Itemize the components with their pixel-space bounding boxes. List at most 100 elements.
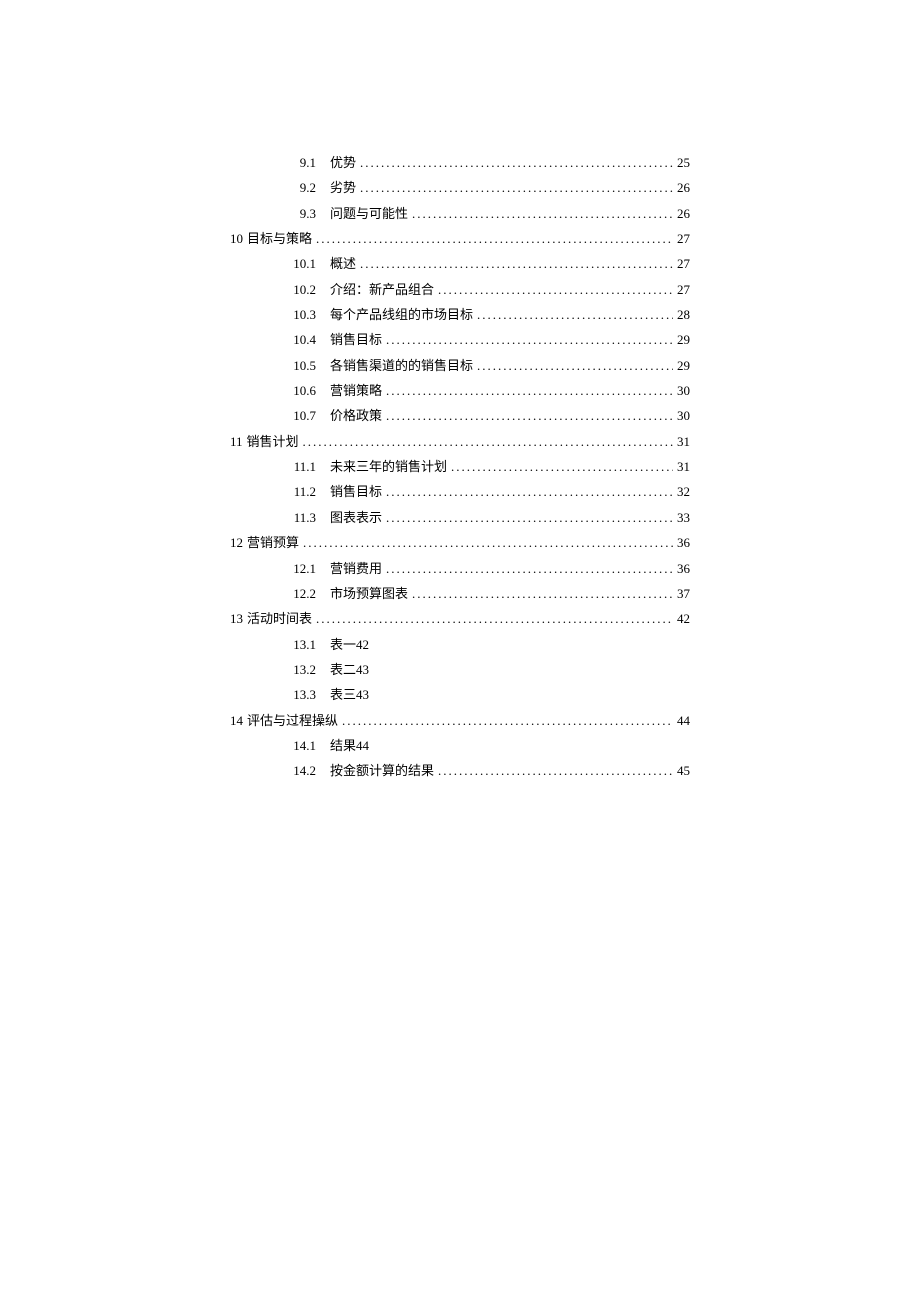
toc-entry-number: 11.2 (292, 479, 330, 504)
toc-entry-page: 44 (356, 733, 369, 758)
toc-leader-dots (438, 758, 673, 783)
toc-entry-title: 销售计划 (247, 429, 299, 454)
toc-entry-title: 营销费用 (330, 556, 382, 581)
toc-entry-title: 市场预算图表 (330, 581, 408, 606)
toc-entry-page: 27 (677, 226, 690, 251)
toc-entry-page: 26 (677, 175, 690, 200)
toc-entry-title: 表一 (330, 632, 356, 657)
toc-entry-page: 42 (677, 606, 690, 631)
toc-entry-page: 37 (677, 581, 690, 606)
toc-entry-title: 价格政策 (330, 403, 382, 428)
toc-entry-page: 32 (677, 479, 690, 504)
toc-entry-page: 30 (677, 403, 690, 428)
toc-entry-page: 26 (677, 201, 690, 226)
toc-entry-number: 12.2 (292, 581, 330, 606)
toc-entry-number: 11.1 (292, 454, 330, 479)
toc-entry-number: 11.3 (292, 505, 330, 530)
toc-entry-page: 29 (677, 327, 690, 352)
toc-entry: 11.1未来三年的销售计划31 (230, 454, 690, 479)
toc-entry-page: 43 (356, 682, 369, 707)
toc-entry: 9.2劣势 26 (230, 175, 690, 200)
toc-entry: 10.5各销售渠道的的销售目标 29 (230, 353, 690, 378)
toc-entry-page: 25 (677, 150, 690, 175)
toc-entry-title: 表三 (330, 682, 356, 707)
toc-entry: 10.3每个产品线组的市场目标 28 (230, 302, 690, 327)
toc-entry-number: 12.1 (292, 556, 330, 581)
toc-entry-page: 33 (677, 505, 690, 530)
toc-leader-dots (303, 530, 673, 555)
toc-leader-dots (360, 150, 673, 175)
toc-entry-title: 优势 (330, 150, 356, 175)
toc-leader-dots (386, 378, 673, 403)
toc-entry-number: 10.7 (292, 403, 330, 428)
toc-entry: 12营销预算36 (230, 530, 690, 555)
toc-entry: 13活动时间表 42 (230, 606, 690, 631)
toc-entry: 9.3问题与可能性26 (230, 201, 690, 226)
toc-entry-number: 13 (230, 606, 247, 631)
toc-entry-number: 9.2 (292, 175, 330, 200)
toc-entry-number: 10.2 (292, 277, 330, 302)
toc-entry-number: 13.2 (292, 657, 330, 682)
toc-entry-page: 29 (677, 353, 690, 378)
toc-entry-title: 销售目标 (330, 479, 382, 504)
toc-entry: 9.1优势 25 (230, 150, 690, 175)
toc-entry-title: 未来三年的销售计划 (330, 454, 447, 479)
toc-entry-page: 36 (677, 556, 690, 581)
toc-entry-number: 13.1 (292, 632, 330, 657)
toc-entry-number: 14.1 (292, 733, 330, 758)
toc-entry-number: 10.1 (292, 251, 330, 276)
toc-entry-page: 43 (356, 657, 369, 682)
toc-entry-title: 每个产品线组的市场目标 (330, 302, 473, 327)
toc-leader-dots (360, 175, 673, 200)
toc-leader-dots (360, 251, 673, 276)
toc-entry: 10目标与策略27 (230, 226, 690, 251)
toc-entry: 10.6营销策略30 (230, 378, 690, 403)
toc-entry-number: 10.5 (292, 353, 330, 378)
toc-entry: 14.1结果44 (230, 733, 690, 758)
toc-entry-page: 27 (677, 277, 690, 302)
toc-entry-title: 营销策略 (330, 378, 382, 403)
toc-entry: 10.4销售目标 29 (230, 327, 690, 352)
toc-entry-title: 表二 (330, 657, 356, 682)
toc-entry-title: 劣势 (330, 175, 356, 200)
toc-entry: 10.2介绍：新产品组合27 (230, 277, 690, 302)
toc-entry-page: 36 (677, 530, 690, 555)
toc-leader-dots (386, 505, 673, 530)
toc-entry: 12.1营销费用 36 (230, 556, 690, 581)
toc-entry-page: 31 (677, 429, 690, 454)
toc-entry: 11销售计划 31 (230, 429, 690, 454)
toc-entry-title: 营销预算 (247, 530, 299, 555)
toc-entry-title: 各销售渠道的的销售目标 (330, 353, 473, 378)
toc-entry-number: 10.6 (292, 378, 330, 403)
toc-entry-number: 10.3 (292, 302, 330, 327)
toc-entry-number: 10.4 (292, 327, 330, 352)
toc-leader-dots (342, 708, 673, 733)
table-of-contents: 9.1优势259.2劣势269.3问题与可能性2610目标与策略2710.1概述… (230, 150, 690, 784)
toc-entry-title: 目标与策略 (247, 226, 312, 251)
toc-entry-title: 结果 (330, 733, 356, 758)
toc-leader-dots (386, 403, 673, 428)
toc-entry-number: 11 (230, 429, 247, 454)
toc-entry-page: 28 (677, 302, 690, 327)
toc-entry: 12.2市场预算图表 37 (230, 581, 690, 606)
toc-entry-page: 27 (677, 251, 690, 276)
toc-entry-number: 14 (230, 708, 247, 733)
toc-leader-dots (477, 302, 673, 327)
toc-entry-title: 评估与过程操纵 (247, 708, 338, 733)
toc-entry: 10.7价格政策 30 (230, 403, 690, 428)
toc-entry-number: 13.3 (292, 682, 330, 707)
toc-entry: 13.1表一42 (230, 632, 690, 657)
toc-leader-dots (412, 201, 673, 226)
toc-leader-dots (303, 429, 673, 454)
toc-entry: 13.2表二43 (230, 657, 690, 682)
toc-entry-title: 问题与可能性 (330, 201, 408, 226)
toc-leader-dots (316, 226, 673, 251)
toc-entry: 10.1概述27 (230, 251, 690, 276)
toc-entry: 11.3图表表示33 (230, 505, 690, 530)
toc-entry-page: 42 (356, 632, 369, 657)
toc-entry-number: 9.1 (292, 150, 330, 175)
toc-entry-title: 按金额计算的结果 (330, 758, 434, 783)
toc-entry-title: 活动时间表 (247, 606, 312, 631)
toc-entry-title: 销售目标 (330, 327, 382, 352)
toc-leader-dots (451, 454, 673, 479)
